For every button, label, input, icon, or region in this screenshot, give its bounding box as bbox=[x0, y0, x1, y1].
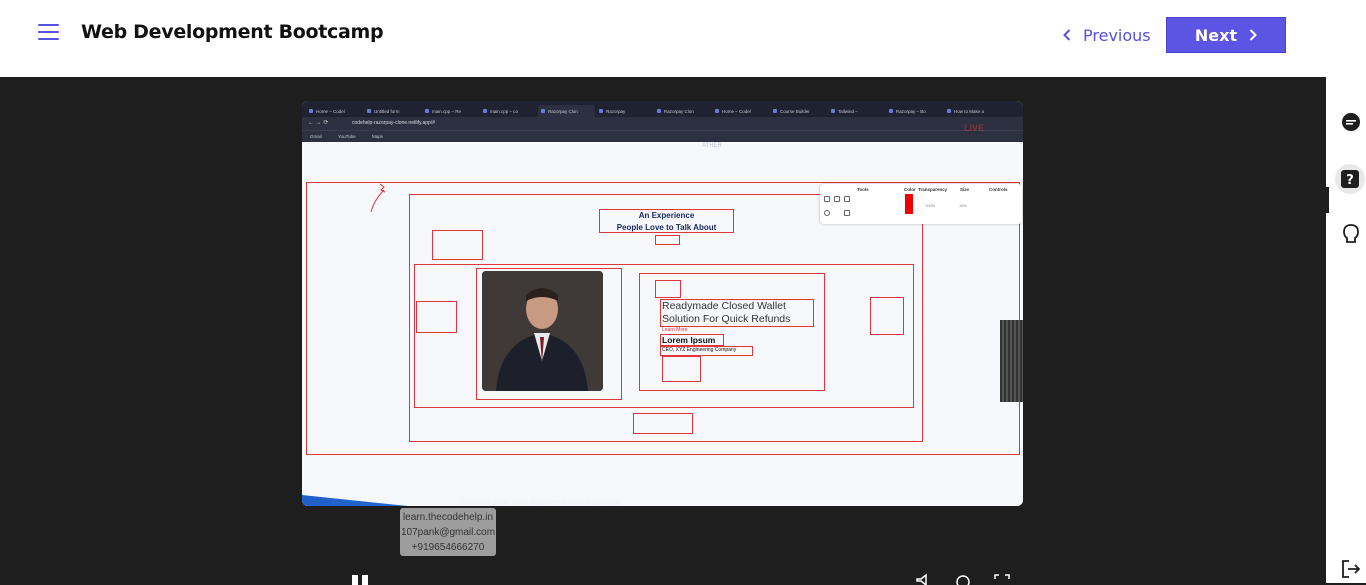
video-page-content: ATHER An Experience People Love to Talk … bbox=[302, 142, 1023, 506]
quote-line2: Solution For Quick Refunds bbox=[662, 313, 791, 325]
annotation-box bbox=[416, 301, 457, 333]
pen-stroke-icon bbox=[370, 183, 386, 213]
watermark-line2: 107pank@gmail.com bbox=[400, 527, 496, 538]
browser-tab: Razorpay Clon bbox=[654, 105, 711, 117]
browser-address-bar: ← → ⟳ codehelp-razorpay-clone.netlify.ap… bbox=[302, 117, 1023, 130]
annotation-box bbox=[655, 235, 680, 245]
previous-label: Previous bbox=[1083, 25, 1151, 45]
settings-icon[interactable] bbox=[954, 573, 972, 585]
rect-tool-icon bbox=[844, 210, 850, 216]
browser-url: codehelp-razorpay-clone.netlify.app/# bbox=[352, 120, 436, 126]
browser-tab: Razorpay bbox=[596, 105, 653, 117]
annotation-box bbox=[633, 413, 693, 434]
tools-label: Tools bbox=[857, 187, 869, 192]
top-header: Web Development Bootcamp Previous Next bbox=[0, 0, 1366, 77]
svg-text:?: ? bbox=[1346, 173, 1354, 188]
controls-label: Controls bbox=[989, 187, 1008, 192]
pause-icon[interactable] bbox=[350, 573, 374, 585]
text-tool-icon bbox=[844, 196, 850, 202]
person-company: CEO, XYZ Engineering Company bbox=[662, 347, 737, 353]
person-photo bbox=[482, 271, 603, 391]
bottom-caption: Supercharge your business with Razorpay bbox=[460, 498, 622, 506]
drawing-toolbar: Tools Color Transparency Size Controls 1… bbox=[820, 184, 1022, 224]
size-label: Size bbox=[960, 187, 970, 192]
side-strip bbox=[1000, 320, 1023, 402]
browser-tab: main.cpp – co bbox=[480, 105, 537, 117]
rail-active-indicator bbox=[1326, 187, 1329, 213]
browser-nav-icons: ← → ⟳ bbox=[308, 120, 329, 126]
transparency-label: Transparency bbox=[918, 187, 948, 192]
annotation-box bbox=[870, 297, 904, 335]
browser-tab: Untitled form bbox=[364, 105, 421, 117]
menu-icon[interactable] bbox=[38, 24, 59, 41]
next-button[interactable]: Next bbox=[1166, 17, 1286, 53]
watermark-line3: +919654666270 bbox=[411, 542, 485, 553]
bookmark: Maps bbox=[372, 134, 384, 139]
right-rail: ? bbox=[1326, 77, 1366, 583]
browser-tab: Course Builder bbox=[770, 105, 827, 117]
browser-tab: main.cpp – Re bbox=[422, 105, 479, 117]
course-title: Web Development Bootcamp bbox=[81, 21, 384, 43]
testimonial-heading-line2: People Love to Talk About bbox=[616, 223, 717, 232]
bookmark: YouTube bbox=[338, 134, 356, 139]
chevron-left-icon bbox=[1063, 29, 1071, 41]
pen-tool-icon bbox=[824, 196, 830, 202]
live-badge: LIVE bbox=[964, 123, 985, 133]
learn-more-link: Learn More bbox=[662, 327, 688, 333]
circle-tool-icon bbox=[824, 210, 830, 216]
size-value: 15% bbox=[959, 203, 968, 208]
bookmark: Gmail bbox=[310, 134, 322, 139]
chat-icon[interactable] bbox=[1340, 111, 1362, 133]
browser-tab-bar: Home – Codel Untitled form main.cpp – Re… bbox=[302, 101, 1023, 117]
browser-tab: How to Make a bbox=[944, 105, 1001, 117]
browser-tab: Tailwind – bbox=[828, 105, 885, 117]
annotation-box bbox=[662, 356, 701, 382]
color-label: Color bbox=[904, 187, 916, 192]
testimonial-heading-line1: An Experience bbox=[638, 211, 695, 220]
previous-button[interactable]: Previous bbox=[1063, 23, 1151, 47]
video-player[interactable]: Home – Codel Untitled form main.cpp – Re… bbox=[302, 101, 1023, 506]
faint-brand: ATHER bbox=[702, 143, 722, 149]
next-label: Next bbox=[1194, 25, 1238, 45]
user-watermark: learn.thecodehelp.in 107pank@gmail.com +… bbox=[400, 508, 496, 556]
testimonial-photo bbox=[482, 271, 603, 391]
transparency-value: 100% bbox=[925, 203, 936, 208]
marker-tool-icon bbox=[834, 196, 840, 202]
annotation-box bbox=[432, 230, 483, 260]
quote-text: Readymade Closed Wallet Solution For Qui… bbox=[662, 300, 790, 326]
fullscreen-icon[interactable] bbox=[993, 573, 1011, 585]
color-swatch bbox=[905, 194, 913, 214]
browser-tab: Home – Codel bbox=[712, 105, 769, 117]
logout-icon[interactable] bbox=[1340, 558, 1362, 580]
volume-icon[interactable] bbox=[915, 573, 933, 585]
browser-tab: Razorpay Clon bbox=[538, 105, 595, 117]
feedback-hand-icon[interactable] bbox=[1340, 222, 1362, 244]
person-name: Lorem Ipsum bbox=[662, 335, 716, 345]
help-icon[interactable]: ? bbox=[1334, 163, 1366, 195]
chevron-right-icon bbox=[1249, 29, 1258, 41]
watermark-line1: learn.thecodehelp.in bbox=[402, 512, 494, 523]
quote-line1: Readymade Closed Wallet bbox=[662, 300, 786, 312]
annotation-box bbox=[655, 280, 681, 298]
bookmarks-bar: Gmail YouTube Maps bbox=[302, 130, 1023, 142]
browser-tab: Home – Codel bbox=[306, 105, 363, 117]
browser-tab: Razorpay – Bo bbox=[886, 105, 943, 117]
